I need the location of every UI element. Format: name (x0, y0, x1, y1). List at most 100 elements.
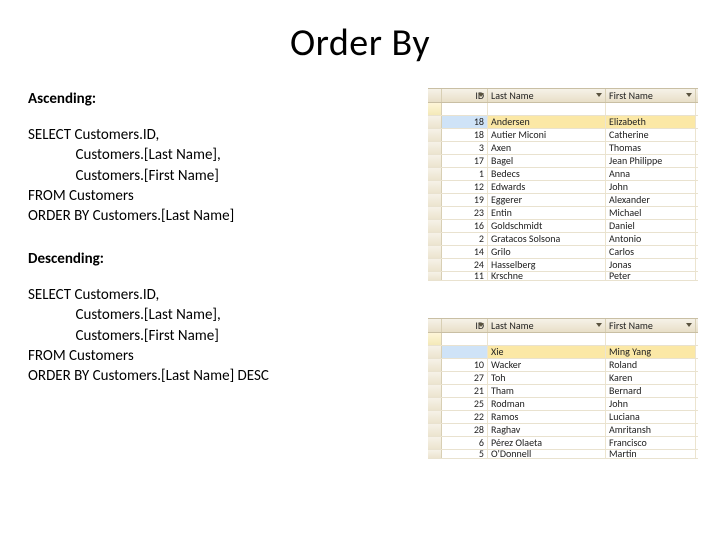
table-row[interactable]: 14GriloCarlos (428, 246, 698, 259)
row-selector[interactable] (428, 233, 442, 245)
cell-id[interactable]: 28 (442, 424, 488, 436)
row-selector[interactable] (428, 220, 442, 232)
cell-lastname[interactable]: Andersen (488, 116, 606, 128)
cell-firstname[interactable]: Francisco (606, 437, 696, 449)
cell-firstname[interactable]: Jonas (606, 259, 696, 271)
row-selector[interactable] (428, 346, 442, 358)
row-selector[interactable] (428, 142, 442, 154)
cell-id[interactable]: 21 (442, 385, 488, 397)
cell-lastname[interactable]: Pérez Olaeta (488, 437, 606, 449)
table-row[interactable]: 21ThamBernard (428, 385, 698, 398)
column-header-lastname[interactable]: Last Name (488, 319, 606, 332)
cell-firstname[interactable]: Ming Yang (606, 346, 696, 358)
cell-lastname[interactable]: Autier Miconi (488, 129, 606, 141)
row-selector[interactable] (428, 129, 442, 141)
table-row[interactable]: 1BedecsAnna (428, 168, 698, 181)
column-header-firstname[interactable]: First Name (606, 89, 696, 102)
table-row[interactable]: 25RodmanJohn (428, 398, 698, 411)
cell-id[interactable]: 10 (442, 359, 488, 371)
cell-lastname[interactable]: Xie (488, 346, 606, 358)
cell-id[interactable]: 2 (442, 233, 488, 245)
cell-lastname[interactable]: Gratacos Solsona (488, 233, 606, 245)
cell-lastname[interactable]: Edwards (488, 181, 606, 193)
row-selector[interactable] (428, 116, 442, 128)
cell-firstname[interactable]: Karen (606, 372, 696, 384)
cell-id[interactable]: 23 (442, 207, 488, 219)
cell-firstname[interactable]: Jean Philippe (606, 155, 696, 167)
row-selector[interactable] (428, 246, 442, 258)
row-selector[interactable] (428, 194, 442, 206)
table-row[interactable]: 17BagelJean Philippe (428, 155, 698, 168)
row-selector[interactable] (428, 424, 442, 436)
cell-id[interactable]: 12 (442, 181, 488, 193)
cell-firstname[interactable]: Amritansh (606, 424, 696, 436)
cell-firstname[interactable]: Catherine (606, 129, 696, 141)
cell-lastname[interactable]: Bedecs (488, 168, 606, 180)
table-row[interactable]: 23EntinMichael (428, 207, 698, 220)
cell-id[interactable]: 25 (442, 398, 488, 410)
cell-firstname[interactable]: Carlos (606, 246, 696, 258)
row-selector-header[interactable] (428, 89, 442, 102)
row-selector[interactable] (428, 333, 442, 345)
row-selector[interactable] (428, 450, 442, 458)
column-header-lastname[interactable]: Last Name (488, 89, 606, 102)
cell-firstname[interactable]: Roland (606, 359, 696, 371)
dropdown-icon[interactable] (596, 322, 603, 329)
cell-id[interactable]: 24 (442, 259, 488, 271)
cell-id[interactable]: 16 (442, 220, 488, 232)
table-row[interactable]: 11KrschnePeter (428, 272, 698, 281)
table-row[interactable]: 28RaghavAmritansh (428, 424, 698, 437)
cell-lastname[interactable] (488, 103, 606, 115)
cell-firstname[interactable] (606, 333, 696, 345)
row-selector[interactable] (428, 103, 442, 115)
dropdown-icon[interactable] (686, 322, 693, 329)
cell-firstname[interactable]: Michael (606, 207, 696, 219)
cell-firstname[interactable]: Antonio (606, 233, 696, 245)
cell-lastname[interactable]: Bagel (488, 155, 606, 167)
cell-lastname[interactable]: Goldschmidt (488, 220, 606, 232)
cell-id[interactable]: 22 (442, 411, 488, 423)
cell-id[interactable]: 18 (442, 116, 488, 128)
cell-firstname[interactable]: Peter (606, 272, 696, 280)
table-row[interactable]: 10WackerRoland (428, 359, 698, 372)
table-row[interactable]: 16GoldschmidtDaniel (428, 220, 698, 233)
table-row[interactable]: 3AxenThomas (428, 142, 698, 155)
table-row[interactable] (428, 103, 698, 116)
table-row[interactable]: 5O'DonnellMartin (428, 450, 698, 459)
cell-lastname[interactable]: Ramos (488, 411, 606, 423)
cell-id[interactable]: 19 (442, 194, 488, 206)
cell-id[interactable]: 18 (442, 129, 488, 141)
cell-lastname[interactable]: Hasselberg (488, 259, 606, 271)
table-row[interactable]: XieMing Yang (428, 346, 698, 359)
cell-lastname[interactable]: Rodman (488, 398, 606, 410)
cell-firstname[interactable]: Martin (606, 450, 696, 458)
table-row[interactable] (428, 333, 698, 346)
row-selector[interactable] (428, 259, 442, 271)
cell-firstname[interactable]: Alexander (606, 194, 696, 206)
column-header-id[interactable]: ID (442, 319, 488, 332)
table-row[interactable]: 6Pérez OlaetaFrancisco (428, 437, 698, 450)
dropdown-icon[interactable] (596, 92, 603, 99)
cell-firstname[interactable]: Elizabeth (606, 116, 696, 128)
table-row[interactable]: 2Gratacos SolsonaAntonio (428, 233, 698, 246)
row-selector[interactable] (428, 207, 442, 219)
row-selector[interactable] (428, 398, 442, 410)
row-selector-header[interactable] (428, 319, 442, 332)
cell-id[interactable]: 3 (442, 142, 488, 154)
row-selector[interactable] (428, 372, 442, 384)
row-selector[interactable] (428, 437, 442, 449)
cell-firstname[interactable]: Bernard (606, 385, 696, 397)
cell-firstname[interactable]: John (606, 398, 696, 410)
table-row[interactable]: 19EggererAlexander (428, 194, 698, 207)
cell-lastname[interactable]: Raghav (488, 424, 606, 436)
column-header-id[interactable]: ID (442, 89, 488, 102)
cell-lastname[interactable]: Krschne (488, 272, 606, 280)
cell-lastname[interactable]: Axen (488, 142, 606, 154)
table-row[interactable]: 27TohKaren (428, 372, 698, 385)
cell-id[interactable]: 11 (442, 272, 488, 280)
table-row[interactable]: 18AndersenElizabeth (428, 116, 698, 129)
cell-id[interactable]: 6 (442, 437, 488, 449)
cell-firstname[interactable]: Thomas (606, 142, 696, 154)
cell-id[interactable]: 14 (442, 246, 488, 258)
row-selector[interactable] (428, 181, 442, 193)
